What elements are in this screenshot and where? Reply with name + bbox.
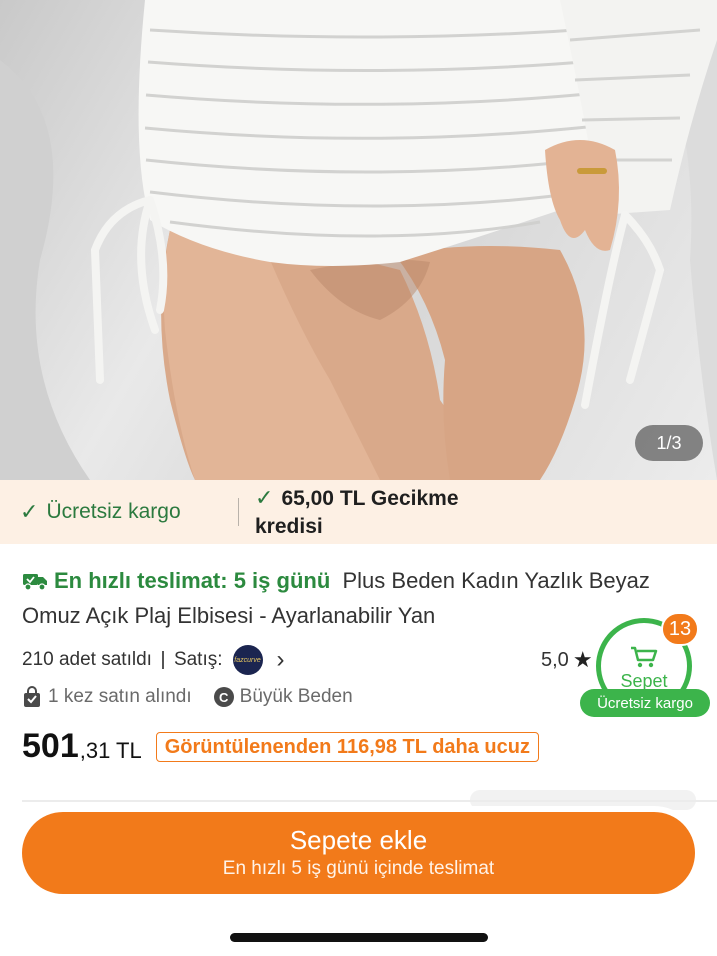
delay-credit-badge: ✓ 65,00 TL Gecikme kredisi [255, 484, 505, 541]
delay-credit-label: ✓ 65,00 TL Gecikme kredisi [255, 484, 459, 538]
delivery-estimate-label: En hızlı 5 iş günü içinde teslimat [222, 858, 495, 879]
add-to-cart-button[interactable]: Sepete ekle En hızlı 5 iş günü içinde te… [22, 812, 695, 894]
price-row: 501 ,31 TL Görüntülenenden 116,98 TL dah… [22, 727, 539, 766]
product-title: En hızlı teslimat: 5 iş günü Plus Beden … [22, 563, 682, 633]
cart-count-badge: 13 [661, 612, 699, 646]
sales-seller-row: 210 adet satıldı Satış: fazcurve › [22, 645, 285, 675]
free-shipping-badge: ✓ Ücretsiz kargo [20, 499, 238, 525]
cart-icon [631, 646, 658, 667]
shopping-bag-icon [24, 686, 40, 707]
cheaper-than-viewed-badge: Görüntülenenden 116,98 TL daha ucuz [155, 731, 539, 762]
meta-divider [161, 651, 164, 669]
product-rating[interactable]: 5,0 ★ [541, 647, 593, 673]
category-label[interactable]: Büyük Beden [240, 686, 353, 708]
add-to-cart-label: Sepete ekle [289, 825, 428, 855]
star-icon: ★ [572, 647, 593, 672]
purchase-info-row: 1 kez satın alındı C Büyük Beden [22, 686, 353, 708]
free-shipping-label: Ücretsiz kargo [46, 500, 181, 523]
sold-count: 210 adet satıldı [22, 649, 152, 670]
check-icon: ✓ [20, 499, 39, 524]
rating-value: 5,0 [541, 648, 569, 671]
fast-delivery-label: En hızlı teslimat: 5 iş günü [54, 568, 331, 593]
product-image[interactable]: 1/3 [0, 0, 717, 480]
product-photo-illustration [0, 0, 717, 480]
price-main: 501 [22, 727, 79, 765]
section-divider [22, 800, 717, 802]
home-indicator[interactable] [230, 933, 488, 942]
price-decimal: ,31 TL [79, 737, 142, 763]
image-counter: 1/3 [635, 425, 703, 461]
bought-times: 1 kez satın alındı [48, 686, 192, 707]
category-badge-icon: C [213, 687, 234, 707]
chevron-right-icon[interactable]: › [277, 646, 285, 674]
seller-logo[interactable]: fazcurve [232, 645, 263, 675]
truck-icon [23, 574, 47, 591]
cart-free-shipping-badge: Ücretsiz kargo [580, 689, 710, 717]
check-icon: ✓ [255, 484, 274, 510]
cargo-banner: ✓ Ücretsiz kargo ✓ 65,00 TL Gecikme kredi… [0, 480, 717, 544]
cargo-divider [238, 498, 239, 526]
seller-label: Satış: [173, 649, 223, 670]
